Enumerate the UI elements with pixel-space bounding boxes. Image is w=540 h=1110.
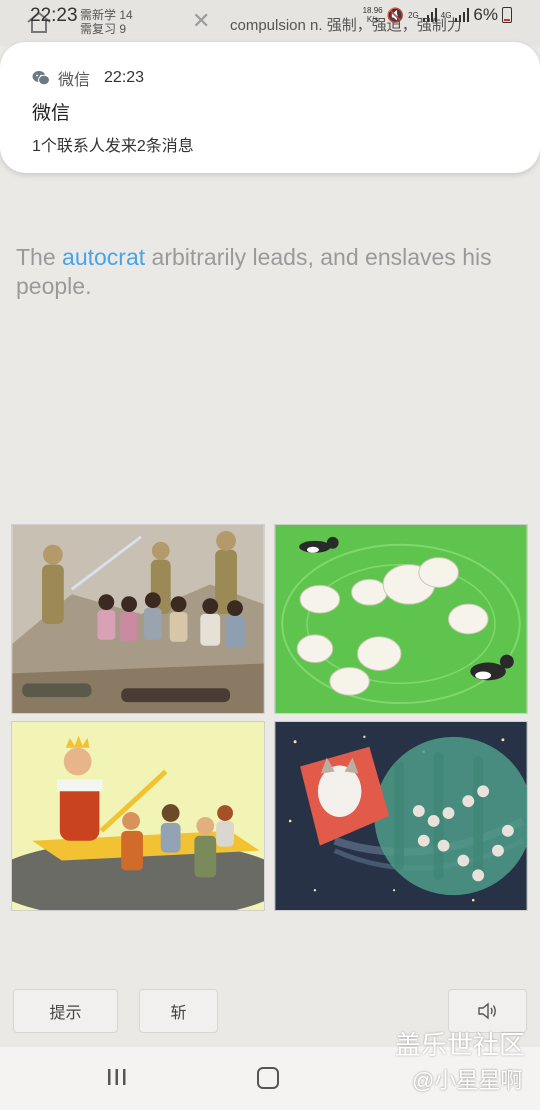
home-button-icon[interactable]	[257, 1067, 279, 1089]
example-sentence: The autocrat arbitrarily leads, and ensl…	[16, 244, 492, 299]
signal-icon	[422, 8, 437, 22]
target-word: autocrat	[62, 244, 146, 270]
battery-percent: 6%	[473, 5, 498, 24]
wechat-notification[interactable]: 微信 22:23 微信 1个联系人发来2条消息	[0, 42, 540, 173]
king-on-palanquin-picture	[12, 722, 264, 910]
notification-title: 微信	[32, 103, 71, 124]
status-bar: 22:23 18.96 K/s 🔇 2G 4G 6%	[0, 0, 540, 30]
signal-icon-2	[455, 8, 470, 22]
image-options-grid	[11, 524, 529, 913]
status-icons: 18.96 K/s 🔇 2G 4G 6%	[363, 5, 512, 25]
network-4g-label: 4G	[440, 10, 452, 20]
network-2g-label: 2G	[408, 10, 419, 20]
soldiers-captives-picture	[12, 525, 264, 713]
watermark-user: @小星星啊	[412, 1068, 523, 1093]
notification-time: 22:23	[104, 69, 145, 86]
wechat-icon	[32, 71, 50, 86]
watermark-community: 盖乐世社区	[395, 1030, 526, 1060]
kill-word-button[interactable]: 斩	[139, 989, 218, 1033]
recent-apps-icon[interactable]	[106, 1067, 128, 1087]
option-king-on-palanquin[interactable]	[11, 721, 265, 911]
option-soldiers-captives[interactable]	[11, 524, 265, 714]
speaker-icon	[477, 1002, 496, 1020]
notification-header: 微信 22:23	[32, 66, 144, 90]
hint-button[interactable]: 提示	[13, 989, 118, 1033]
option-cat-leading-cats-space[interactable]	[274, 721, 528, 911]
notification-body: 1个联系人发来2条消息	[32, 138, 194, 155]
net-speed: 18.96 K/s	[362, 6, 383, 24]
dogs-herding-sheep-picture	[275, 525, 527, 713]
notification-app-name: 微信	[58, 72, 91, 89]
option-dogs-herding-sheep[interactable]	[274, 524, 528, 714]
battery-icon	[502, 7, 512, 23]
cat-leading-cats-space-picture	[275, 722, 527, 910]
mute-icon: 🔇	[386, 6, 405, 23]
status-time: 22:23	[30, 5, 78, 26]
